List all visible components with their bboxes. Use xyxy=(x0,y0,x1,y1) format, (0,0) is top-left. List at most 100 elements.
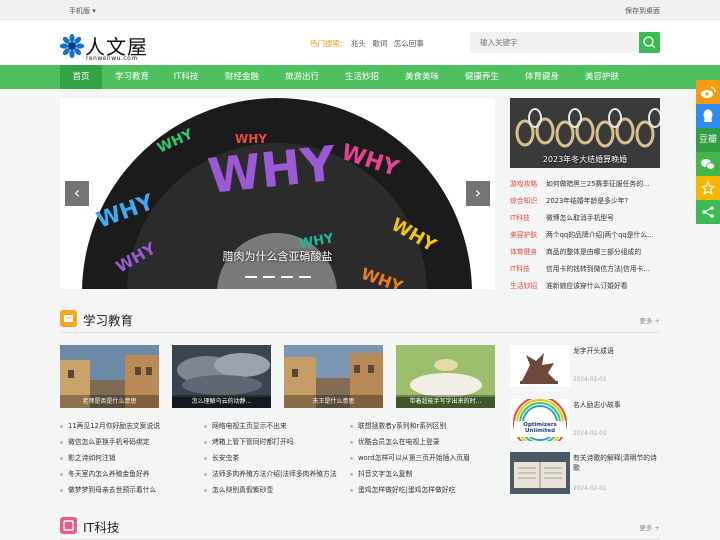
list-item-title[interactable]: 冬天室内怎么养殖金鱼好养 xyxy=(68,470,150,478)
news-item[interactable]: 生活妙招 准新娘应该穿什么订婚好看 xyxy=(510,280,660,290)
banner-dot[interactable] xyxy=(263,276,275,278)
list-item-title[interactable]: 联想拯救者y系列和r系列区别 xyxy=(358,422,446,430)
news-category[interactable]: 体育健身 xyxy=(510,246,546,256)
list-item[interactable]: 网络电视主页显示不出来 xyxy=(204,420,287,430)
list-item[interactable]: 法师多肉养殖方法介绍|法师多肉养殖方法 xyxy=(204,468,337,478)
list-item[interactable]: 怎么辩别真假紫砂壶 xyxy=(204,484,273,494)
list-item[interactable]: 抖音文字怎么复制 xyxy=(350,468,412,478)
share-wechat[interactable] xyxy=(696,152,720,176)
list-item[interactable]: 微信怎么更换手机号码绑定 xyxy=(60,436,150,446)
more-link[interactable]: 更多 + xyxy=(639,315,660,325)
banner-dot[interactable] xyxy=(245,276,257,278)
hot-keyword[interactable]: 兆头 xyxy=(351,39,366,48)
news-title[interactable]: 两个qq的品牌介绍|两个qq是什么... xyxy=(546,231,654,239)
list-item-title[interactable]: 微信怎么更换手机号码绑定 xyxy=(68,438,150,446)
banner-prev-button[interactable]: ‹ xyxy=(65,181,89,206)
list-item[interactable]: 蛋鸡怎样做好吃|蛋鸡怎样做好吃 xyxy=(350,484,455,494)
search-input[interactable] xyxy=(470,32,639,53)
nav-item-health[interactable]: 健康养生 xyxy=(453,65,511,89)
article-title[interactable]: 名人励志小故事 xyxy=(573,400,663,410)
article-thumbnail[interactable] xyxy=(510,399,570,441)
news-category[interactable]: 游戏攻略 xyxy=(510,178,546,188)
list-item[interactable]: 影之诗如何注销 xyxy=(60,452,116,462)
nav-item-beauty[interactable]: 美容护肤 xyxy=(573,65,631,89)
section-title[interactable]: 学习教育 xyxy=(83,310,133,329)
featured-caption[interactable]: 2023年冬大结婚算晚婚 xyxy=(510,154,660,165)
article-thumbnail[interactable] xyxy=(510,345,570,387)
nav-item-education[interactable]: 学习教育 xyxy=(105,65,159,89)
banner-next-button[interactable]: › xyxy=(466,181,490,206)
list-item-title[interactable]: 法师多肉养殖方法介绍|法师多肉养殖方法 xyxy=(212,470,337,478)
news-item[interactable]: IT科技 信用卡的钱转到微信方法|信用卡... xyxy=(510,263,660,273)
card-caption[interactable]: 老师是否是什么意思 xyxy=(60,395,159,408)
hot-keyword[interactable]: 怎么回事 xyxy=(394,39,424,48)
news-category[interactable]: IT科技 xyxy=(510,263,546,273)
article-title[interactable]: 有关诗歌的解释|清明节的诗歌 xyxy=(573,453,663,473)
share-more[interactable] xyxy=(696,200,720,224)
share-douban[interactable]: 豆瓣 xyxy=(696,128,720,152)
share-favorite[interactable] xyxy=(696,176,720,200)
nav-item-food[interactable]: 美食美味 xyxy=(393,65,451,89)
banner-dot[interactable] xyxy=(281,276,293,278)
list-item[interactable]: 冬天室内怎么养殖金鱼好养 xyxy=(60,468,150,478)
list-item-title[interactable]: 做梦梦到母亲去世预示着什么 xyxy=(68,486,156,494)
nav-item-travel[interactable]: 旅游出行 xyxy=(273,65,331,89)
article-title[interactable]: 龙字开头成语 xyxy=(573,346,663,356)
list-item[interactable]: 烤箱上管下管同时都打开吗 xyxy=(204,436,294,446)
card-caption[interactable]: 怎么理解乌云的动静... xyxy=(172,395,271,408)
news-title[interactable]: 准新娘应该穿什么订婚好看 xyxy=(546,282,628,290)
list-item-title[interactable]: 影之诗如何注销 xyxy=(68,454,116,462)
section-title[interactable]: IT科技 xyxy=(83,517,119,536)
nav-item-sports[interactable]: 体育健身 xyxy=(513,65,571,89)
save-to-desktop-link[interactable]: 保存到桌面 xyxy=(625,6,660,16)
nav-item-home[interactable]: 首页 xyxy=(60,65,102,89)
news-category[interactable]: 生活妙招 xyxy=(510,280,546,290)
share-weibo[interactable] xyxy=(696,80,720,104)
nav-item-it[interactable]: IT科技 xyxy=(163,65,209,89)
search-button[interactable] xyxy=(639,32,660,53)
article-card[interactable]: 怎么理解乌云的动静... xyxy=(172,345,271,408)
card-caption[interactable]: 带着超能手写字出来的时... xyxy=(396,395,495,408)
news-item[interactable]: 游戏攻略 如何做暗黑三25赛季征服任务的... xyxy=(510,178,660,188)
list-item-title[interactable]: 烤箱上管下管同时都打开吗 xyxy=(212,438,294,446)
news-item[interactable]: IT科技 微博怎么取消手机型号 xyxy=(510,212,660,222)
list-item[interactable]: word怎样可以从第三页开始插入页眉 xyxy=(350,452,470,462)
mobile-version-link[interactable]: 手机版 ▾ xyxy=(69,6,96,16)
news-item[interactable]: 体育健身 商品的整体是由哪三部分组成的 xyxy=(510,246,660,256)
article-card[interactable]: 天王是什么意思 xyxy=(284,345,383,408)
list-item[interactable]: 长安虫茶 xyxy=(204,452,239,462)
list-item-title[interactable]: 蛋鸡怎样做好吃|蛋鸡怎样做好吃 xyxy=(358,486,455,494)
news-title[interactable]: 微博怎么取消手机型号 xyxy=(546,214,614,222)
news-item[interactable]: 综合知识 2023年结婚年龄是多少年? xyxy=(510,195,660,205)
list-item[interactable]: 优酷会员怎么在电视上登录 xyxy=(350,436,440,446)
nav-item-life[interactable]: 生活妙招 xyxy=(333,65,391,89)
article-card[interactable]: 带着超能手写字出来的时... xyxy=(396,345,495,408)
news-category[interactable]: IT科技 xyxy=(510,212,546,222)
news-item[interactable]: 美容护肤 两个qq的品牌介绍|两个qq是什么... xyxy=(510,229,660,239)
list-item-title[interactable]: 网络电视主页显示不出来 xyxy=(212,422,287,430)
list-item[interactable]: 联想拯救者y系列和r系列区别 xyxy=(350,420,446,430)
news-category[interactable]: 美容护肤 xyxy=(510,229,546,239)
list-item-title[interactable]: word怎样可以从第三页开始插入页眉 xyxy=(358,454,470,462)
banner-caption[interactable]: 腊肉为什么含亚硝酸盐 xyxy=(60,248,495,264)
news-title[interactable]: 2023年结婚年龄是多少年? xyxy=(546,197,628,205)
site-logo[interactable]: 人文屋 renwenwu.com xyxy=(60,32,170,62)
hot-keyword[interactable]: 歌词 xyxy=(372,39,387,48)
news-title[interactable]: 如何做暗黑三25赛季征服任务的... xyxy=(546,180,650,188)
list-item-title[interactable]: 11再见12月你好励志文案说说 xyxy=(68,422,160,430)
card-caption[interactable]: 天王是什么意思 xyxy=(284,395,383,408)
list-item-title[interactable]: 优酷会员怎么在电视上登录 xyxy=(358,438,440,446)
list-item-title[interactable]: 长安虫茶 xyxy=(212,454,239,462)
list-item[interactable]: 11再见12月你好励志文案说说 xyxy=(60,420,160,430)
list-item-title[interactable]: 怎么辩别真假紫砂壶 xyxy=(212,486,273,494)
nav-item-finance[interactable]: 财经金融 xyxy=(213,65,271,89)
share-qq[interactable] xyxy=(696,104,720,128)
news-category[interactable]: 综合知识 xyxy=(510,195,546,205)
news-title[interactable]: 商品的整体是由哪三部分组成的 xyxy=(546,248,641,256)
more-link[interactable]: 更多 + xyxy=(639,522,660,532)
list-item[interactable]: 做梦梦到母亲去世预示着什么 xyxy=(60,484,156,494)
article-thumbnail[interactable] xyxy=(510,452,570,494)
banner-dot[interactable] xyxy=(299,276,311,278)
news-title[interactable]: 信用卡的钱转到微信方法|信用卡... xyxy=(546,265,650,273)
article-card[interactable]: 老师是否是什么意思 xyxy=(60,345,159,408)
